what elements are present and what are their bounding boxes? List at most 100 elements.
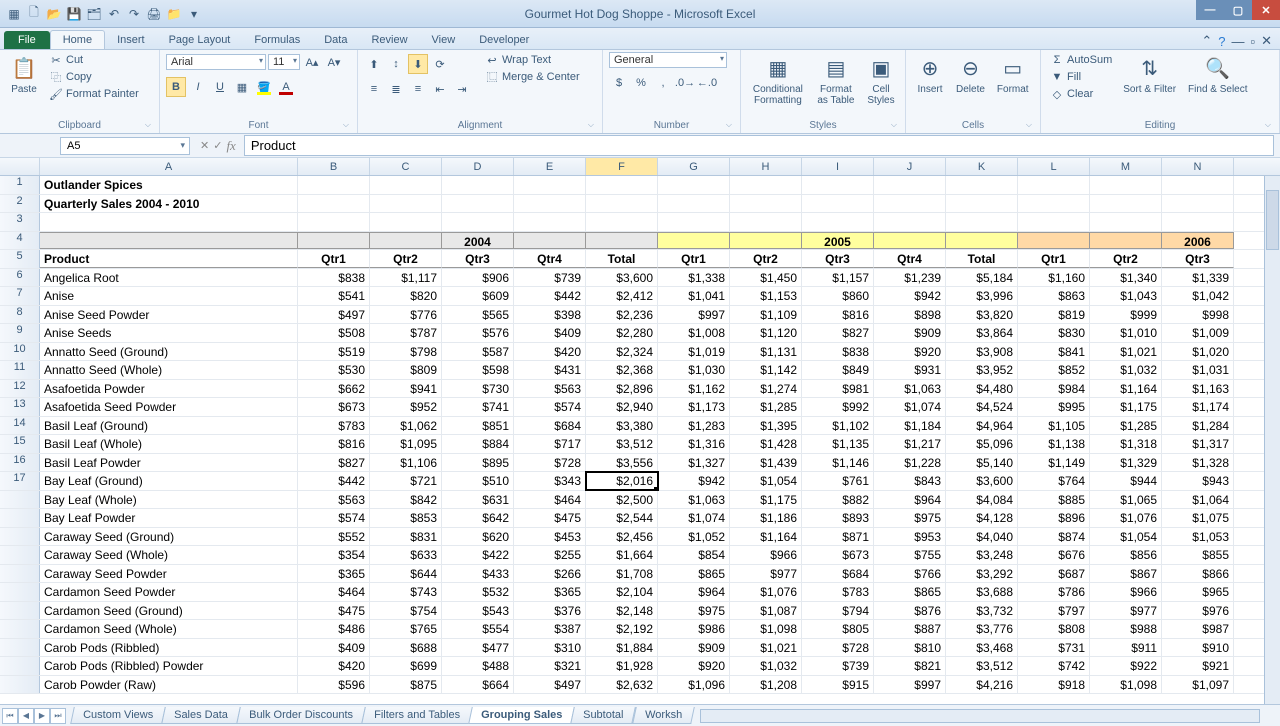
cell[interactable] xyxy=(802,176,874,194)
sheet-tab[interactable]: Subtotal xyxy=(570,707,636,724)
cell[interactable]: $5,184 xyxy=(946,269,1018,287)
cell[interactable]: $984 xyxy=(1018,380,1090,398)
cell[interactable]: Product xyxy=(40,250,298,268)
cell[interactable]: Carob Pods (Ribbled) Powder xyxy=(40,657,298,675)
cell[interactable]: $486 xyxy=(298,620,370,638)
cell[interactable]: $1,120 xyxy=(730,324,802,342)
cell[interactable]: $805 xyxy=(802,620,874,638)
col-header-I[interactable]: I xyxy=(802,158,874,175)
cell[interactable]: $764 xyxy=(1018,472,1090,490)
row-header[interactable]: 1 xyxy=(0,176,40,194)
sheet-tab[interactable]: Bulk Order Discounts xyxy=(236,707,366,724)
cell[interactable]: $552 xyxy=(298,528,370,546)
cell[interactable]: $453 xyxy=(514,528,586,546)
cell[interactable]: $1,174 xyxy=(1162,398,1234,416)
redo-icon[interactable]: ↷ xyxy=(126,6,142,22)
col-header-E[interactable]: E xyxy=(514,158,586,175)
cell[interactable]: $2,148 xyxy=(586,602,658,620)
cell[interactable]: $3,600 xyxy=(946,472,1018,490)
row-header[interactable]: 9 xyxy=(0,324,40,342)
cell[interactable] xyxy=(946,213,1018,231)
cell[interactable]: $830 xyxy=(1018,324,1090,342)
row-header[interactable] xyxy=(0,528,40,546)
cell[interactable]: $365 xyxy=(298,565,370,583)
cell[interactable]: $563 xyxy=(298,491,370,509)
sort-filter-button[interactable]: ⇅Sort & Filter xyxy=(1119,52,1180,97)
cell[interactable]: $1,664 xyxy=(586,546,658,564)
cell[interactable]: $497 xyxy=(514,676,586,694)
cell[interactable]: $798 xyxy=(370,343,442,361)
cell[interactable]: $354 xyxy=(298,546,370,564)
cell[interactable]: $321 xyxy=(514,657,586,675)
cell[interactable]: $783 xyxy=(802,583,874,601)
row-header[interactable]: 13 xyxy=(0,398,40,416)
number-format-combo[interactable]: General xyxy=(609,52,727,68)
cell[interactable]: $988 xyxy=(1090,620,1162,638)
cell[interactable]: $3,776 xyxy=(946,620,1018,638)
clear-button[interactable]: ◇Clear xyxy=(1047,86,1115,102)
formula-input[interactable]: Product xyxy=(244,135,1274,156)
cell[interactable]: $1,131 xyxy=(730,343,802,361)
tab-developer[interactable]: Developer xyxy=(467,31,541,49)
cell[interactable]: Quarterly Sales 2004 - 2010 xyxy=(40,195,298,213)
cell[interactable]: $676 xyxy=(1018,546,1090,564)
cell[interactable]: $1,317 xyxy=(1162,435,1234,453)
cell[interactable] xyxy=(946,176,1018,194)
cell[interactable]: $4,216 xyxy=(946,676,1018,694)
cell[interactable]: $687 xyxy=(1018,565,1090,583)
autosum-button[interactable]: ΣAutoSum xyxy=(1047,52,1115,68)
cell[interactable]: $574 xyxy=(514,398,586,416)
cell[interactable]: $966 xyxy=(1090,583,1162,601)
cell[interactable]: $977 xyxy=(730,565,802,583)
cell[interactable]: $743 xyxy=(370,583,442,601)
cell[interactable]: $721 xyxy=(370,472,442,490)
cell[interactable]: $783 xyxy=(298,417,370,435)
cell[interactable]: $965 xyxy=(1162,583,1234,601)
cell[interactable]: $4,084 xyxy=(946,491,1018,509)
cell[interactable]: $776 xyxy=(370,306,442,324)
cell[interactable]: $953 xyxy=(874,528,946,546)
cell[interactable]: Outlander Spices xyxy=(40,176,298,194)
col-header-G[interactable]: G xyxy=(658,158,730,175)
cell[interactable]: $576 xyxy=(442,324,514,342)
cell[interactable]: $422 xyxy=(442,546,514,564)
cut-button[interactable]: ✂Cut xyxy=(46,52,142,68)
cell[interactable]: $442 xyxy=(514,287,586,305)
cell[interactable]: $766 xyxy=(874,565,946,583)
cell[interactable]: $3,468 xyxy=(946,639,1018,657)
sheet-tab[interactable]: Worksh xyxy=(632,707,695,724)
cell[interactable] xyxy=(658,195,730,213)
cell[interactable] xyxy=(514,232,586,250)
italic-button[interactable]: I xyxy=(188,77,208,97)
sheet-tab[interactable]: Custom Views xyxy=(70,707,166,724)
cell[interactable]: $4,524 xyxy=(946,398,1018,416)
cell[interactable]: $1,146 xyxy=(802,454,874,472)
cell[interactable]: Cardamon Seed Powder xyxy=(40,583,298,601)
cell[interactable]: $1,074 xyxy=(874,398,946,416)
cell[interactable]: $587 xyxy=(442,343,514,361)
cell[interactable]: $920 xyxy=(874,343,946,361)
align-top-icon[interactable]: ⬆ xyxy=(364,54,384,74)
close-button[interactable]: ✕ xyxy=(1252,0,1280,20)
cell[interactable]: $794 xyxy=(802,602,874,620)
cell[interactable]: $910 xyxy=(1162,639,1234,657)
cell[interactable] xyxy=(658,232,730,250)
row-header[interactable]: 17 xyxy=(0,472,40,490)
cell[interactable]: $631 xyxy=(442,491,514,509)
cell[interactable]: Qtr3 xyxy=(1162,250,1234,268)
cell[interactable]: $2,412 xyxy=(586,287,658,305)
cell[interactable]: $920 xyxy=(658,657,730,675)
comma-icon[interactable]: , xyxy=(653,73,673,93)
cell[interactable]: Total xyxy=(586,250,658,268)
cell[interactable]: $464 xyxy=(298,583,370,601)
bold-button[interactable]: B xyxy=(166,77,186,97)
cell[interactable]: $3,820 xyxy=(946,306,1018,324)
cell[interactable]: $728 xyxy=(802,639,874,657)
wb-close-icon[interactable]: ✕ xyxy=(1261,33,1272,49)
cell[interactable]: $1,106 xyxy=(370,454,442,472)
cell[interactable]: $816 xyxy=(298,435,370,453)
cell[interactable] xyxy=(370,232,442,250)
cell[interactable]: Cardamon Seed (Whole) xyxy=(40,620,298,638)
cell[interactable]: $3,512 xyxy=(586,435,658,453)
cell[interactable]: $853 xyxy=(370,509,442,527)
